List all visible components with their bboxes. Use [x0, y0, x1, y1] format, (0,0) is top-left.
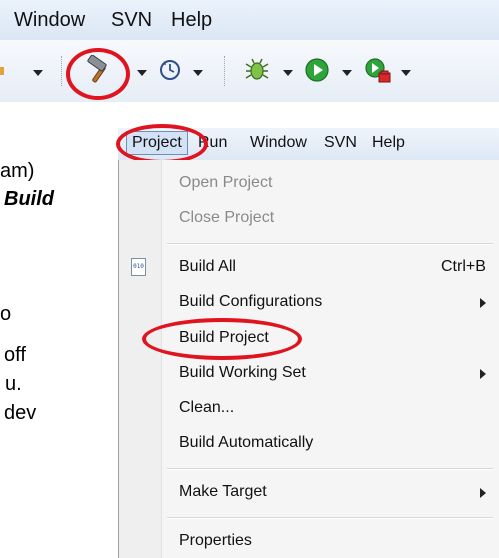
external-tool-icon[interactable]: [364, 56, 392, 89]
menu-separator: [167, 468, 493, 470]
chevron-down-icon[interactable]: [137, 70, 147, 76]
submenu-arrow-icon: [480, 369, 486, 379]
menu-item-open-project[interactable]: Open Project: [179, 174, 272, 192]
menu-item-properties[interactable]: Properties: [179, 532, 252, 550]
partial-icon: [0, 67, 4, 75]
toolbar-separator: [61, 56, 62, 86]
menu-window[interactable]: Window: [14, 9, 85, 32]
menu-help[interactable]: Help: [372, 134, 405, 152]
menu-item-build-automatically[interactable]: Build Automatically: [179, 434, 313, 452]
highlight-circle: [116, 124, 208, 164]
chevron-down-icon[interactable]: [33, 70, 43, 76]
chevron-down-icon[interactable]: [193, 70, 203, 76]
menu-svn[interactable]: SVN: [111, 9, 152, 32]
run-icon[interactable]: [304, 57, 330, 88]
chevron-down-icon[interactable]: [283, 70, 293, 76]
body-text-line: Build: [4, 188, 54, 210]
body-text-line: u.: [5, 373, 22, 395]
submenu-arrow-icon: [480, 298, 486, 308]
menu-icon-gutter: [119, 160, 162, 558]
build-all-icon: 010: [131, 258, 146, 276]
menu-item-build-configurations[interactable]: Build Configurations: [179, 293, 322, 311]
body-text-line: am): [0, 160, 35, 182]
bug-icon[interactable]: [244, 57, 270, 88]
body-text-line: o: [0, 303, 12, 325]
top-menubar: Window SVN Help: [0, 0, 499, 40]
menu-item-clean[interactable]: Clean...: [179, 399, 234, 417]
menu-item-close-project[interactable]: Close Project: [179, 209, 274, 227]
menu-item-build-all[interactable]: Build All: [179, 258, 236, 276]
menu-separator: [167, 517, 493, 519]
chevron-down-icon[interactable]: [342, 70, 352, 76]
shortcut-label: Ctrl+B: [441, 258, 486, 275]
menu-separator: [167, 243, 493, 245]
clock-refresh-icon[interactable]: [158, 58, 182, 87]
body-text-line: dev: [4, 402, 37, 424]
menu-item-build-working-set[interactable]: Build Working Set: [179, 364, 306, 382]
body-text-line: off: [4, 344, 26, 366]
submenu-arrow-icon: [480, 488, 486, 498]
chevron-down-icon[interactable]: [401, 70, 411, 76]
menu-svn[interactable]: SVN: [324, 134, 357, 152]
menu-help[interactable]: Help: [171, 9, 212, 32]
highlight-circle: [142, 318, 302, 360]
menu-window[interactable]: Window: [250, 134, 307, 152]
highlight-circle: [66, 48, 130, 100]
toolbar-separator: [224, 56, 225, 86]
project-menu: Open Project Close Project 010 Build All…: [118, 160, 499, 558]
menu-item-make-target[interactable]: Make Target: [179, 483, 267, 501]
